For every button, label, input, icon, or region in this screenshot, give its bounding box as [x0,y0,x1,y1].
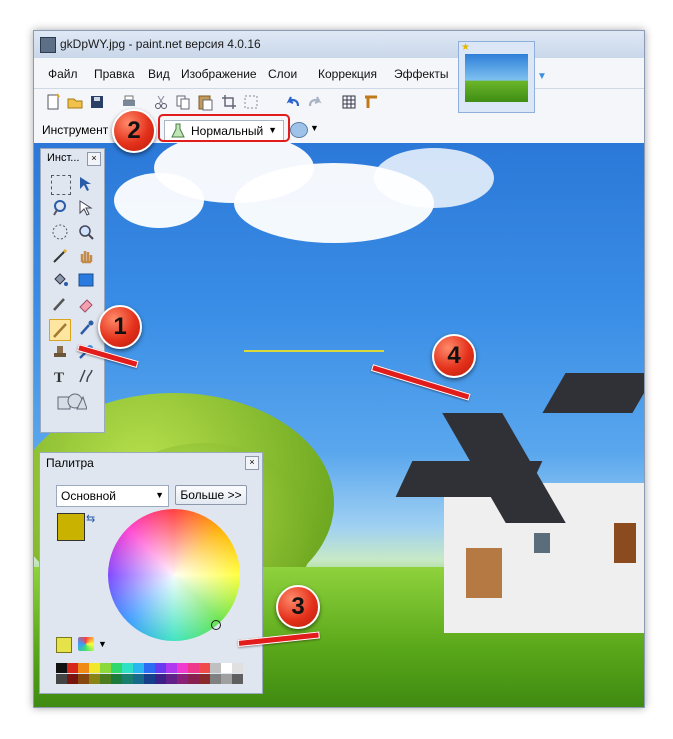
move-selection-icon[interactable] [77,199,95,217]
deselect-icon[interactable] [242,93,260,111]
window-title: gkDpWY.jpg - paint.net версия 4.0.16 [60,37,261,51]
palette-panel: Палитра × Основной ▼ Больше >> ⇆ ▼ [39,452,263,694]
pan-icon[interactable] [77,247,95,265]
cloud [114,173,204,228]
menu-adjustments[interactable]: Коррекция [318,67,377,81]
svg-text:T: T [54,370,64,385]
app-icon [40,37,56,53]
palette-swatches [56,663,252,687]
house-window [614,523,636,563]
antialias-icon[interactable] [290,122,308,138]
antialias-chevron-icon[interactable]: ▼ [310,123,319,133]
menu-edit[interactable]: Правка [94,67,135,81]
ellipse-select-icon[interactable] [51,223,69,241]
more-button[interactable]: Больше >> [175,485,247,505]
eraser-icon[interactable] [77,295,95,313]
copy-icon[interactable] [174,93,192,111]
thumbnail-chevron-icon[interactable]: ▼ [537,71,547,82]
primary-color-swatch[interactable] [57,513,85,541]
rect-select-tool-icon[interactable] [51,175,71,195]
drawn-line [244,350,384,352]
shapes-icon[interactable] [57,391,88,411]
chevron-down-icon[interactable]: ▼ [98,639,107,649]
paintbrush-icon[interactable] [51,295,69,313]
crop-icon[interactable] [220,93,238,111]
cloud [374,148,494,208]
line-curve-icon[interactable] [77,367,95,385]
house-window [534,533,550,553]
menu-layers[interactable]: Слои [268,67,297,81]
menu-effects[interactable]: Эффекты [394,67,449,81]
title-bar: gkDpWY.jpg - paint.net версия 4.0.16 [34,31,644,58]
palette-panel-title: Палитра [46,456,94,470]
highlight-box [158,114,290,142]
close-icon[interactable]: × [87,152,101,166]
palette-mode-select[interactable]: Основной ▼ [56,485,169,507]
close-icon[interactable]: × [245,456,259,470]
thumbnail-image [465,54,528,102]
swap-colors-icon[interactable]: ⇆ [86,512,95,525]
annotation-badge-4: 4 [432,334,476,378]
grid-icon[interactable] [340,93,358,111]
tools-panel: Инст... × T [40,148,105,433]
pencil-tool-icon[interactable] [49,319,71,341]
undo-icon[interactable] [284,93,302,111]
palette-mode-value: Основной [61,489,117,503]
text-icon[interactable]: T [51,367,69,386]
annotation-badge-1: 1 [98,305,142,349]
color-wheel-marker[interactable] [211,620,221,630]
lasso-icon[interactable] [51,199,69,217]
annotation-badge-2: 2 [112,109,156,153]
tool-label: Инструмент [42,123,109,137]
color-wheel[interactable] [108,509,240,641]
save-icon[interactable] [88,93,106,111]
chevron-down-icon: ▼ [155,490,164,500]
house-roof [542,373,644,413]
menu-file[interactable]: Файл [48,67,78,81]
clone-stamp-icon[interactable] [51,343,69,361]
star-icon: ★ [461,42,470,53]
add-color-icon[interactable] [56,637,72,653]
annotation-badge-3: 3 [276,585,320,629]
move-selected-icon[interactable] [77,175,95,193]
image-thumbnail-tab[interactable]: ★ [458,41,535,113]
ruler-icon[interactable] [362,93,380,111]
palette-menu-icon[interactable] [78,637,94,651]
menu-bar: Файл Правка Вид Изображение Слои Коррекц… [34,58,644,89]
menu-view[interactable]: Вид [148,67,170,81]
cut-icon[interactable] [152,93,170,111]
paste-icon[interactable] [196,93,214,111]
zoom-icon[interactable] [77,223,95,241]
tools-panel-title: Инст... [47,152,80,164]
redo-icon[interactable] [306,93,324,111]
garage-door [466,548,502,598]
paint-bucket-icon[interactable] [51,271,69,289]
color-picker-icon[interactable] [77,319,95,337]
gradient-icon[interactable] [77,271,95,289]
open-icon[interactable] [66,93,84,111]
menu-image[interactable]: Изображение [181,67,257,81]
magic-wand-icon[interactable] [51,247,69,265]
new-icon[interactable] [44,93,62,111]
